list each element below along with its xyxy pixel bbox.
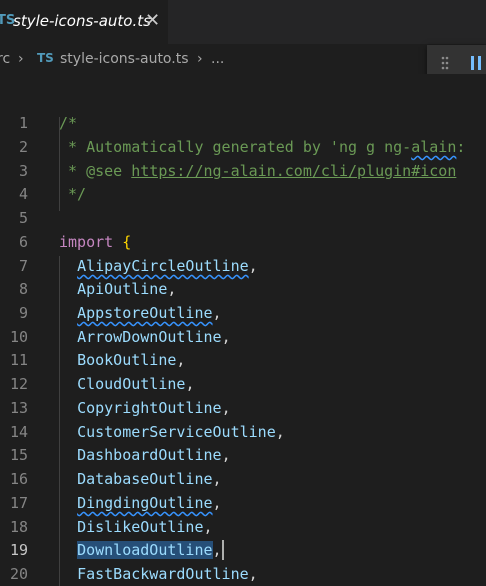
code-line-2: * Automatically generated by 'ng g ng-al… xyxy=(59,135,465,159)
line-number: 6 xyxy=(18,233,28,251)
line-number: 10 xyxy=(9,328,28,346)
code-line-18: DislikeOutline, xyxy=(77,518,213,536)
import-name[interactable]: CloudOutline xyxy=(77,375,185,393)
line-number-active: 19 xyxy=(9,541,28,559)
import-name[interactable]: DingdingOutline xyxy=(77,494,212,512)
code-line-19: DownloadOutline, xyxy=(77,541,222,559)
chevron-right-icon: › xyxy=(18,51,24,67)
open-brace: { xyxy=(122,233,132,251)
import-name[interactable]: DashboardOutline xyxy=(77,446,222,464)
code-line-4: */ xyxy=(59,185,87,203)
code-line-7: AlipayCircleOutline, xyxy=(77,257,258,275)
spelling-warning[interactable]: alain xyxy=(411,138,456,156)
code-line-12: CloudOutline, xyxy=(77,375,195,393)
import-name[interactable]: BookOutline xyxy=(77,351,176,369)
grip-dots-icon[interactable] xyxy=(441,56,449,70)
import-name[interactable]: ArrowDownOutline xyxy=(77,328,222,346)
comment-text: * @see xyxy=(59,162,132,180)
line-number: 18 xyxy=(9,518,28,536)
breadcrumb-file[interactable]: style-icons-auto.ts xyxy=(60,51,189,67)
import-name[interactable]: DislikeOutline xyxy=(77,518,203,536)
line-number: 5 xyxy=(18,209,28,227)
comment-link[interactable]: https://ng-alain.com/cli/plugin#icon xyxy=(131,162,456,180)
line-number: 9 xyxy=(18,304,28,322)
comment-text: : xyxy=(456,138,466,156)
code-line-9: AppstoreOutline, xyxy=(77,304,222,322)
line-number: 7 xyxy=(18,257,28,275)
line-number: 1 xyxy=(18,114,28,132)
import-name[interactable]: CustomerServiceOutline xyxy=(77,423,276,441)
code-line-11: BookOutline, xyxy=(77,351,186,369)
import-name[interactable]: AlipayCircleOutline xyxy=(77,257,249,275)
code-line-15: DashboardOutline, xyxy=(77,446,231,464)
chevron-right-icon: › xyxy=(197,51,203,67)
tab-bar: TS style-icons-auto.ts ✕ xyxy=(0,0,486,44)
selected-import-name[interactable]: DownloadOutline xyxy=(77,541,213,559)
import-name[interactable]: AppstoreOutline xyxy=(77,304,212,322)
line-number: 11 xyxy=(9,351,28,369)
tab-style-icons-auto[interactable]: TS style-icons-auto.ts ✕ xyxy=(0,0,168,44)
code-line-17: DingdingOutline, xyxy=(77,494,222,512)
code-line-6: import { xyxy=(59,230,131,254)
comment-text: * Automatically generated by 'ng g ng- xyxy=(59,138,412,156)
code-line-20: FastBackwardOutline, xyxy=(77,565,258,583)
code-line-3: * @see https://ng-alain.com/cli/plugin#i… xyxy=(59,159,456,183)
breadcrumb: rc › TS style-icons-auto.ts › ... xyxy=(0,44,486,74)
text-cursor xyxy=(222,540,224,560)
typescript-icon: TS xyxy=(37,51,54,65)
line-number: 15 xyxy=(9,446,28,464)
line-number: 16 xyxy=(9,470,28,488)
code-line-14: CustomerServiceOutline, xyxy=(77,423,285,441)
line-number: 13 xyxy=(9,399,28,417)
close-icon[interactable]: ✕ xyxy=(145,10,160,30)
import-name[interactable]: FastBackwardOutline xyxy=(77,565,249,583)
pause-icon[interactable] xyxy=(470,55,482,71)
breadcrumb-symbols[interactable]: ... xyxy=(211,51,224,67)
tab-label: style-icons-auto.ts xyxy=(13,12,151,30)
code-line-8: ApiOutline, xyxy=(77,280,177,298)
line-number: 3 xyxy=(18,162,28,180)
line-number: 8 xyxy=(18,280,28,298)
code-line-16: DatabaseOutline, xyxy=(77,470,222,488)
line-number: 12 xyxy=(9,375,28,393)
code-line-1: /* xyxy=(59,114,78,132)
line-number: 17 xyxy=(9,494,28,512)
code-line-13: CopyrightOutline, xyxy=(77,399,231,417)
code-line-10: ArrowDownOutline, xyxy=(77,328,231,346)
import-name[interactable]: CopyrightOutline xyxy=(77,399,222,417)
import-name[interactable]: DatabaseOutline xyxy=(77,470,212,488)
import-name[interactable]: ApiOutline xyxy=(77,280,167,298)
line-number: 4 xyxy=(18,185,28,203)
line-number: 14 xyxy=(9,423,28,441)
code-editor[interactable]: 1 2 3 4 5 6 7 8 9 10 11 12 13 14 15 16 1… xyxy=(0,74,486,586)
breadcrumb-folder[interactable]: rc xyxy=(0,51,10,67)
line-number: 2 xyxy=(18,138,28,156)
import-keyword: import xyxy=(59,233,114,251)
line-number: 20 xyxy=(9,565,28,583)
